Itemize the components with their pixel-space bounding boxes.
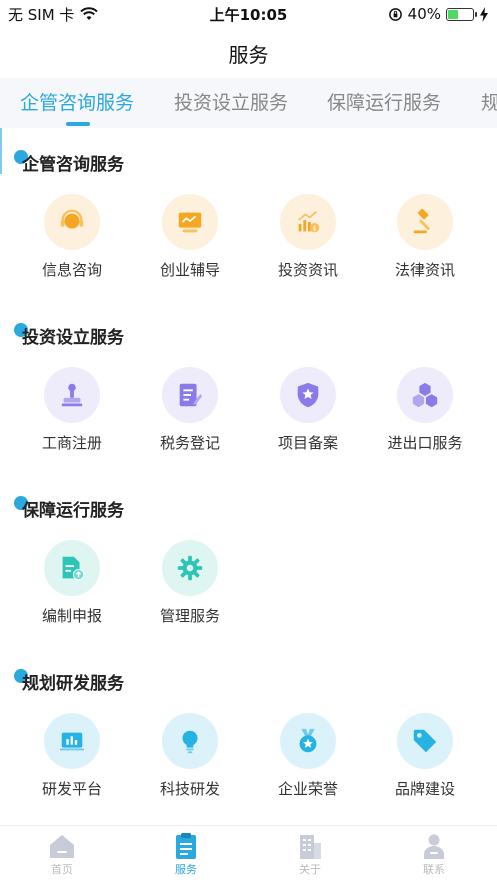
service-label: 企业荣誉 — [277, 780, 338, 798]
service-startup-guidance[interactable]: 创业辅导 — [131, 194, 249, 280]
service-rd-platform[interactable]: 研发平台 — [13, 713, 131, 799]
service-label: 品牌建设 — [394, 780, 455, 798]
service-label: 税务登记 — [159, 434, 220, 452]
service-grid: 编制申报 管理服务 — [0, 540, 497, 640]
section-title: 保障运行服务 — [22, 501, 124, 521]
bottom-tab-label: 首页 — [51, 863, 73, 876]
service-legal-news[interactable]: 法律资讯 — [366, 194, 484, 280]
service-label: 编制申报 — [41, 607, 102, 625]
service-label: 创业辅导 — [159, 261, 220, 279]
service-grid: 信息咨询 创业辅导 $ 投资资讯 法律资讯 — [0, 194, 497, 294]
person-icon — [424, 834, 444, 859]
section-investment: 投资设立服务 工商注册 税务登记 项目备案 进出口服务 — [0, 323, 497, 452]
service-label: 项目备案 — [277, 434, 338, 452]
tab-investment[interactable]: 投资设立服务 — [174, 88, 288, 115]
status-left: 无 SIM 卡 — [8, 4, 148, 25]
edit-form-icon — [162, 367, 218, 423]
gavel-icon — [397, 194, 453, 250]
headset-icon — [44, 194, 100, 250]
home-icon — [50, 835, 74, 858]
bottom-tab-label: 关于 — [299, 863, 321, 876]
service-label: 法律资讯 — [394, 261, 455, 279]
bottom-tab-about[interactable]: 关于 — [270, 832, 350, 877]
service-import-export[interactable]: 进出口服务 — [366, 367, 484, 453]
svg-text:$: $ — [312, 224, 316, 232]
service-compile-declare[interactable]: 编制申报 — [13, 540, 131, 626]
section-title: 投资设立服务 — [22, 328, 124, 348]
tab-consulting[interactable]: 企管咨询服务 — [20, 88, 134, 115]
service-label: 工商注册 — [41, 434, 102, 452]
service-management[interactable]: 管理服务 — [131, 540, 249, 626]
investment-chart-icon: $ — [280, 194, 336, 250]
service-corporate-honor[interactable]: 企业荣誉 — [249, 713, 367, 799]
tab-indicator — [66, 122, 90, 126]
clipboard-icon — [176, 833, 196, 859]
bottom-tab-label: 联系 — [423, 863, 445, 876]
bottom-tab-contact[interactable]: 联系 — [394, 832, 474, 877]
orientation-lock-icon — [388, 7, 402, 21]
service-label: 投资资讯 — [277, 261, 338, 279]
carrier-label: 无 SIM 卡 — [8, 5, 75, 24]
service-label: 信息咨询 — [41, 261, 102, 279]
service-tech-rd[interactable]: 科技研发 — [131, 713, 249, 799]
monitor-icon — [162, 194, 218, 250]
tab-operation[interactable]: 保障运行服务 — [327, 88, 441, 115]
service-label: 管理服务 — [159, 607, 220, 625]
section-title: 规划研发服务 — [22, 674, 124, 694]
medal-icon — [280, 713, 336, 769]
gear-icon — [162, 540, 218, 596]
document-upload-icon — [44, 540, 100, 596]
service-grid: 研发平台 科技研发 企业荣誉 品牌建设 — [0, 713, 497, 813]
tag-icon — [397, 713, 453, 769]
status-right: 40% — [388, 5, 489, 23]
category-tabs: 企管咨询服务 投资设立服务 保障运行服务 规 — [0, 78, 497, 128]
service-project-filing[interactable]: 项目备案 — [249, 367, 367, 453]
bar-chart-icon — [44, 713, 100, 769]
charging-icon — [480, 6, 488, 22]
battery-percent: 40% — [407, 5, 441, 23]
service-label: 科技研发 — [159, 780, 220, 798]
section-title: 企管咨询服务 — [22, 155, 124, 175]
service-tax-registration[interactable]: 税务登记 — [131, 367, 249, 453]
service-label: 进出口服务 — [387, 434, 463, 452]
section-planning: 规划研发服务 研发平台 科技研发 企业荣誉 品牌建设 — [0, 669, 497, 798]
bottom-tab-label: 服务 — [175, 863, 197, 876]
service-business-registration[interactable]: 工商注册 — [13, 367, 131, 453]
bottom-tab-home[interactable]: 首页 — [22, 832, 102, 877]
section-operation: 保障运行服务 编制申报 管理服务 — [0, 496, 497, 625]
battery-icon — [446, 7, 477, 21]
bottom-tab-bar: 首页 服务 关于 联系 — [0, 825, 497, 883]
page-title: 服务 — [228, 42, 269, 67]
lightbulb-icon — [162, 713, 218, 769]
shield-star-icon — [280, 367, 336, 423]
nav-bar: 服务 — [0, 28, 497, 78]
status-bar: 无 SIM 卡 上午10:05 40% — [0, 0, 497, 28]
service-brand-building[interactable]: 品牌建设 — [366, 713, 484, 799]
section-consulting: 企管咨询服务 信息咨询 创业辅导 $ 投资资讯 法律资讯 — [0, 150, 497, 279]
tab-planning[interactable]: 规 — [481, 88, 497, 115]
building-icon — [300, 835, 321, 859]
bottom-tab-service[interactable]: 服务 — [146, 832, 226, 877]
stamp-icon — [44, 367, 100, 423]
service-label: 研发平台 — [41, 780, 102, 798]
service-investment-news[interactable]: $ 投资资讯 — [249, 194, 367, 280]
service-grid: 工商注册 税务登记 项目备案 进出口服务 — [0, 367, 497, 467]
service-info-consulting[interactable]: 信息咨询 — [13, 194, 131, 280]
cubes-icon — [397, 367, 453, 423]
wifi-icon — [80, 7, 99, 20]
